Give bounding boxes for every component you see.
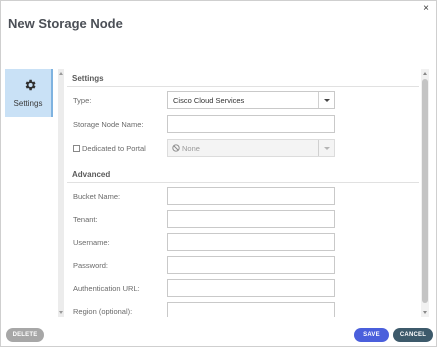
ban-icon	[172, 144, 180, 152]
vertical-scrollbar[interactable]	[421, 69, 429, 317]
region-label: Region (optional):	[73, 307, 133, 316]
type-select-value: Cisco Cloud Services	[173, 96, 245, 105]
bucket-name-label: Bucket Name:	[73, 192, 121, 201]
scroll-up-icon[interactable]	[423, 72, 427, 75]
cancel-button[interactable]: CANCEL	[393, 328, 433, 342]
settings-section-heading: Settings	[72, 74, 104, 83]
chevron-down-icon	[324, 99, 330, 102]
chevron-down-icon	[324, 147, 330, 150]
scroll-down-icon	[59, 311, 63, 314]
storage-node-name-input[interactable]	[167, 115, 335, 133]
username-label: Username:	[73, 238, 110, 247]
gear-icon	[25, 79, 36, 91]
dedicated-to-portal-row[interactable]: Dedicated to Portal	[73, 144, 163, 154]
save-button[interactable]: SAVE	[354, 328, 389, 342]
tenant-input[interactable]	[167, 210, 335, 228]
portal-select-value: None	[182, 144, 200, 153]
type-select-toggle[interactable]	[318, 92, 334, 108]
sidebar-item-settings[interactable]: Settings	[5, 69, 53, 117]
close-icon[interactable]: ×	[420, 3, 432, 15]
scroll-down-icon[interactable]	[423, 311, 427, 314]
sidebar-item-label: Settings	[13, 99, 43, 108]
password-label: Password:	[73, 261, 109, 270]
divider	[67, 182, 419, 183]
portal-select-toggle	[318, 140, 334, 156]
dedicated-to-portal-label: Dedicated to Portal	[82, 144, 146, 153]
scrollbar-thumb[interactable]	[422, 79, 428, 303]
type-label: Type:	[73, 96, 92, 105]
portal-select: None	[167, 139, 335, 157]
type-select[interactable]: Cisco Cloud Services	[167, 91, 335, 109]
tenant-label: Tenant:	[73, 215, 98, 224]
username-input[interactable]	[167, 233, 335, 251]
bucket-name-input[interactable]	[167, 187, 335, 205]
authentication-url-label: Authentication URL:	[73, 284, 140, 293]
divider	[67, 86, 419, 87]
region-input[interactable]	[167, 302, 335, 317]
advanced-section-heading: Advanced	[72, 170, 111, 179]
delete-button[interactable]: DELETE	[6, 328, 44, 342]
scroll-up-icon	[59, 72, 63, 75]
dialog-title: New Storage Node	[8, 16, 123, 31]
panel-left-scroll-track	[58, 69, 64, 317]
new-storage-node-dialog: × New Storage Node Settings Settings Typ…	[0, 0, 437, 347]
dedicated-to-portal-checkbox[interactable]	[73, 145, 80, 152]
storage-node-name-label: Storage Node Name:	[73, 120, 144, 129]
authentication-url-input[interactable]	[167, 279, 335, 297]
password-input[interactable]	[167, 256, 335, 274]
